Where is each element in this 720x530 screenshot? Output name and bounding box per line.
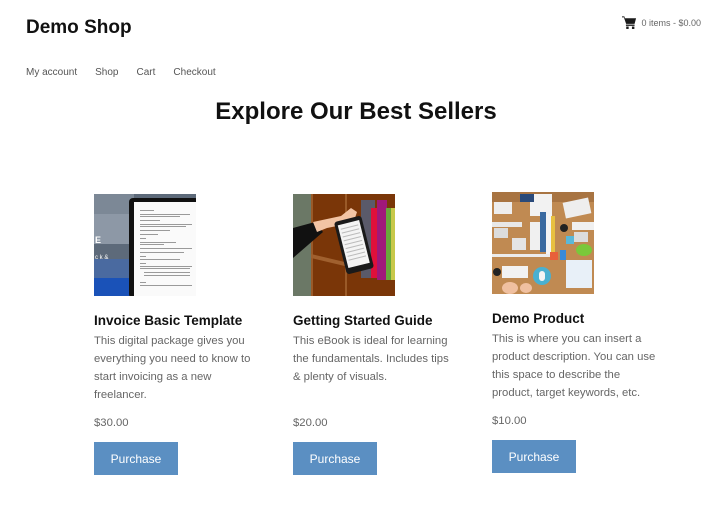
product-price: $20.00 (293, 417, 328, 429)
product-title[interactable]: Demo Product (492, 311, 657, 326)
nav-item-my-account[interactable]: My account (26, 67, 77, 78)
product-description: This eBook is ideal for learning the fun… (293, 335, 449, 383)
office-desk-image (492, 192, 594, 294)
purchase-button[interactable]: Purchase (293, 442, 377, 475)
nav-item-cart[interactable]: Cart (137, 67, 156, 78)
product-card: Getting Started Guide This eBook is idea… (293, 194, 458, 475)
invoice-document-image: E c k & (94, 194, 196, 296)
purchase-button[interactable]: Purchase (94, 442, 178, 475)
product-price: $10.00 (492, 415, 527, 427)
product-image-link[interactable] (492, 192, 594, 294)
product-image-link[interactable]: E c k & (94, 194, 196, 296)
cart-summary-text: 0 items - $0.00 (641, 17, 701, 28)
svg-text:E: E (95, 235, 101, 245)
svg-text:c k &: c k & (95, 255, 108, 261)
site-title[interactable]: Demo Shop (26, 17, 132, 39)
product-description: This digital package gives you everythin… (94, 335, 251, 401)
product-title[interactable]: Invoice Basic Template (94, 313, 259, 328)
main-navigation: My account Shop Cart Checkout (26, 67, 234, 78)
cart-summary-link[interactable]: 0 items - $0.00 (622, 15, 701, 30)
nav-item-shop[interactable]: Shop (95, 67, 118, 78)
purchase-button[interactable]: Purchase (492, 440, 576, 473)
product-card: E c k & Invoice Basic Template This digi… (94, 194, 259, 475)
product-image-link[interactable] (293, 194, 395, 296)
product-card: Demo Product This is where you can inser… (492, 192, 657, 473)
shopping-cart-icon (622, 16, 637, 29)
nav-item-checkout[interactable]: Checkout (173, 67, 215, 78)
product-title[interactable]: Getting Started Guide (293, 313, 458, 328)
page-title: Explore Our Best Sellers (215, 98, 497, 125)
ebook-reader-image (293, 194, 395, 296)
product-description: This is where you can insert a product d… (492, 333, 656, 399)
product-price: $30.00 (94, 417, 129, 429)
